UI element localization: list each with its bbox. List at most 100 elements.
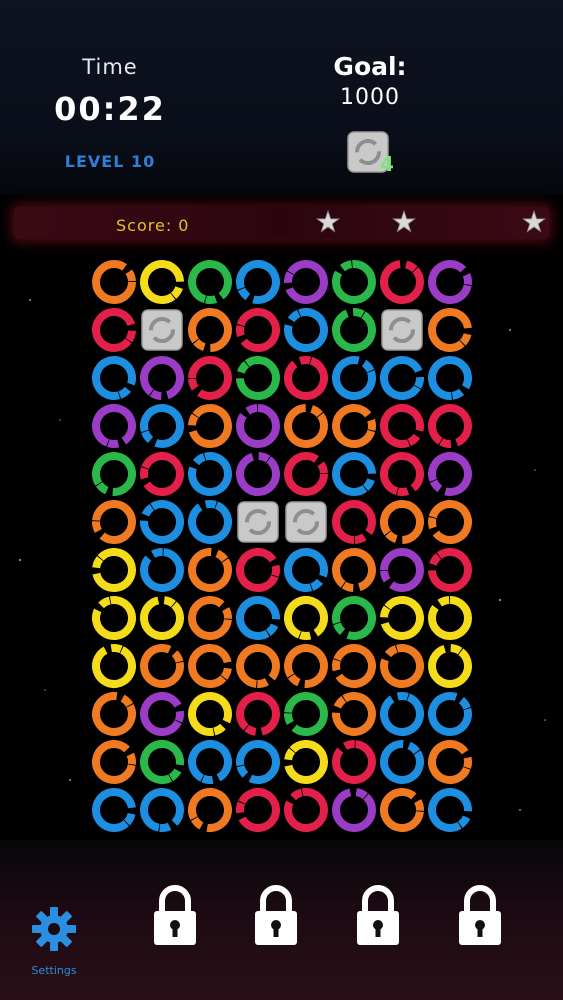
ring-red[interactable] — [139, 451, 186, 498]
ring-blue[interactable] — [377, 353, 427, 403]
ring-orange[interactable] — [281, 641, 331, 691]
ring-red[interactable] — [234, 786, 282, 834]
ring-red[interactable] — [425, 545, 474, 595]
ring-orange[interactable] — [332, 404, 377, 449]
ring-orange[interactable] — [428, 500, 473, 545]
ring-blue[interactable] — [188, 452, 233, 497]
ring-red[interactable] — [332, 500, 376, 544]
ring-purple[interactable] — [233, 449, 283, 499]
ring-blue[interactable] — [137, 497, 187, 547]
ring-yellow[interactable] — [428, 596, 472, 640]
ring-green[interactable] — [90, 449, 139, 499]
ring-orange[interactable] — [186, 786, 234, 834]
ring-red[interactable] — [236, 308, 281, 353]
ring-orange[interactable] — [380, 644, 425, 689]
ring-orange[interactable] — [185, 401, 235, 451]
ring-purple[interactable] — [138, 690, 186, 738]
ring-blue[interactable] — [140, 404, 185, 449]
ring-orange[interactable] — [185, 545, 235, 595]
ring-purple[interactable] — [137, 353, 187, 403]
ring-green[interactable] — [332, 596, 377, 641]
locked-powerup-2-lock-icon[interactable] — [253, 885, 299, 947]
ring-orange[interactable] — [92, 740, 136, 784]
ring-green[interactable] — [138, 738, 186, 786]
ring-blue[interactable] — [379, 691, 426, 738]
ring-yellow[interactable] — [281, 737, 332, 788]
settings-label[interactable]: Settings — [14, 964, 94, 977]
blocker-tile[interactable] — [381, 309, 423, 351]
ring-blue[interactable] — [428, 356, 473, 400]
ring-blue[interactable] — [187, 499, 234, 546]
ring-blue[interactable] — [331, 355, 378, 402]
ring-blue[interactable] — [140, 548, 184, 592]
ring-red[interactable] — [379, 403, 426, 450]
ring-orange[interactable] — [329, 545, 379, 595]
ring-yellow[interactable] — [377, 593, 427, 643]
ring-blue[interactable] — [425, 785, 474, 834]
ring-yellow[interactable] — [137, 258, 187, 307]
settings-gear-icon[interactable] — [30, 905, 78, 953]
blocker-tile[interactable] — [237, 501, 279, 543]
ring-orange[interactable] — [427, 739, 474, 786]
ring-green[interactable] — [332, 260, 376, 304]
ring-blue[interactable] — [235, 259, 282, 306]
ring-red[interactable] — [377, 258, 428, 307]
ring-red[interactable] — [284, 452, 328, 496]
ring-green[interactable] — [284, 691, 328, 736]
ring-purple[interactable] — [236, 404, 280, 448]
ring-blue[interactable] — [283, 307, 330, 354]
ring-orange[interactable] — [425, 305, 474, 356]
ring-orange[interactable] — [377, 497, 427, 547]
ring-orange[interactable] — [236, 644, 280, 688]
ring-purple[interactable] — [91, 403, 138, 450]
ring-blue[interactable] — [329, 449, 379, 499]
ring-purple[interactable] — [329, 785, 380, 834]
ring-blue[interactable] — [90, 785, 139, 834]
ring-orange[interactable] — [140, 644, 184, 688]
locked-powerup-3-lock-icon[interactable] — [355, 885, 401, 947]
ring-purple[interactable] — [427, 451, 474, 498]
ring-yellow[interactable] — [137, 593, 188, 644]
ring-green[interactable] — [329, 305, 379, 355]
ring-blue[interactable] — [140, 788, 184, 832]
ring-blue[interactable] — [92, 356, 137, 401]
ring-red[interactable] — [284, 355, 329, 401]
ring-red[interactable] — [233, 689, 284, 740]
ring-orange[interactable] — [185, 641, 236, 692]
ring-red[interactable] — [332, 740, 376, 784]
ring-orange[interactable] — [185, 305, 235, 355]
ring-orange[interactable] — [92, 260, 136, 304]
blocker-tile[interactable] — [141, 309, 183, 351]
ring-orange[interactable] — [329, 689, 379, 739]
ring-orange[interactable] — [188, 596, 232, 640]
ring-yellow[interactable] — [425, 641, 474, 691]
ring-orange[interactable] — [90, 690, 138, 738]
ring-red[interactable] — [235, 547, 282, 594]
ring-yellow[interactable] — [92, 596, 136, 640]
ring-red[interactable] — [284, 788, 328, 832]
ring-blue[interactable] — [235, 740, 280, 785]
ring-green[interactable] — [188, 260, 233, 305]
ring-red[interactable] — [90, 305, 139, 355]
ring-blue[interactable] — [428, 692, 473, 737]
ring-blue[interactable] — [284, 548, 329, 593]
locked-powerup-4-lock-icon[interactable] — [457, 885, 503, 947]
ring-yellow[interactable] — [283, 595, 330, 642]
ring-orange[interactable] — [380, 788, 424, 832]
game-board[interactable] — [90, 258, 474, 834]
blocker-tile[interactable] — [285, 501, 327, 543]
ring-red[interactable] — [188, 356, 232, 400]
ring-red[interactable] — [425, 401, 474, 451]
locked-powerup-1-lock-icon[interactable] — [152, 885, 198, 947]
ring-purple[interactable] — [281, 258, 331, 307]
ring-blue[interactable] — [233, 593, 283, 643]
ring-red[interactable] — [380, 452, 425, 497]
ring-blue[interactable] — [186, 738, 234, 786]
ring-purple[interactable] — [380, 548, 424, 592]
ring-yellow[interactable] — [90, 545, 139, 596]
ring-yellow[interactable] — [188, 692, 232, 736]
ring-orange[interactable] — [331, 643, 378, 690]
ring-orange[interactable] — [281, 401, 331, 451]
ring-yellow[interactable] — [90, 642, 138, 690]
ring-purple[interactable] — [428, 260, 472, 304]
